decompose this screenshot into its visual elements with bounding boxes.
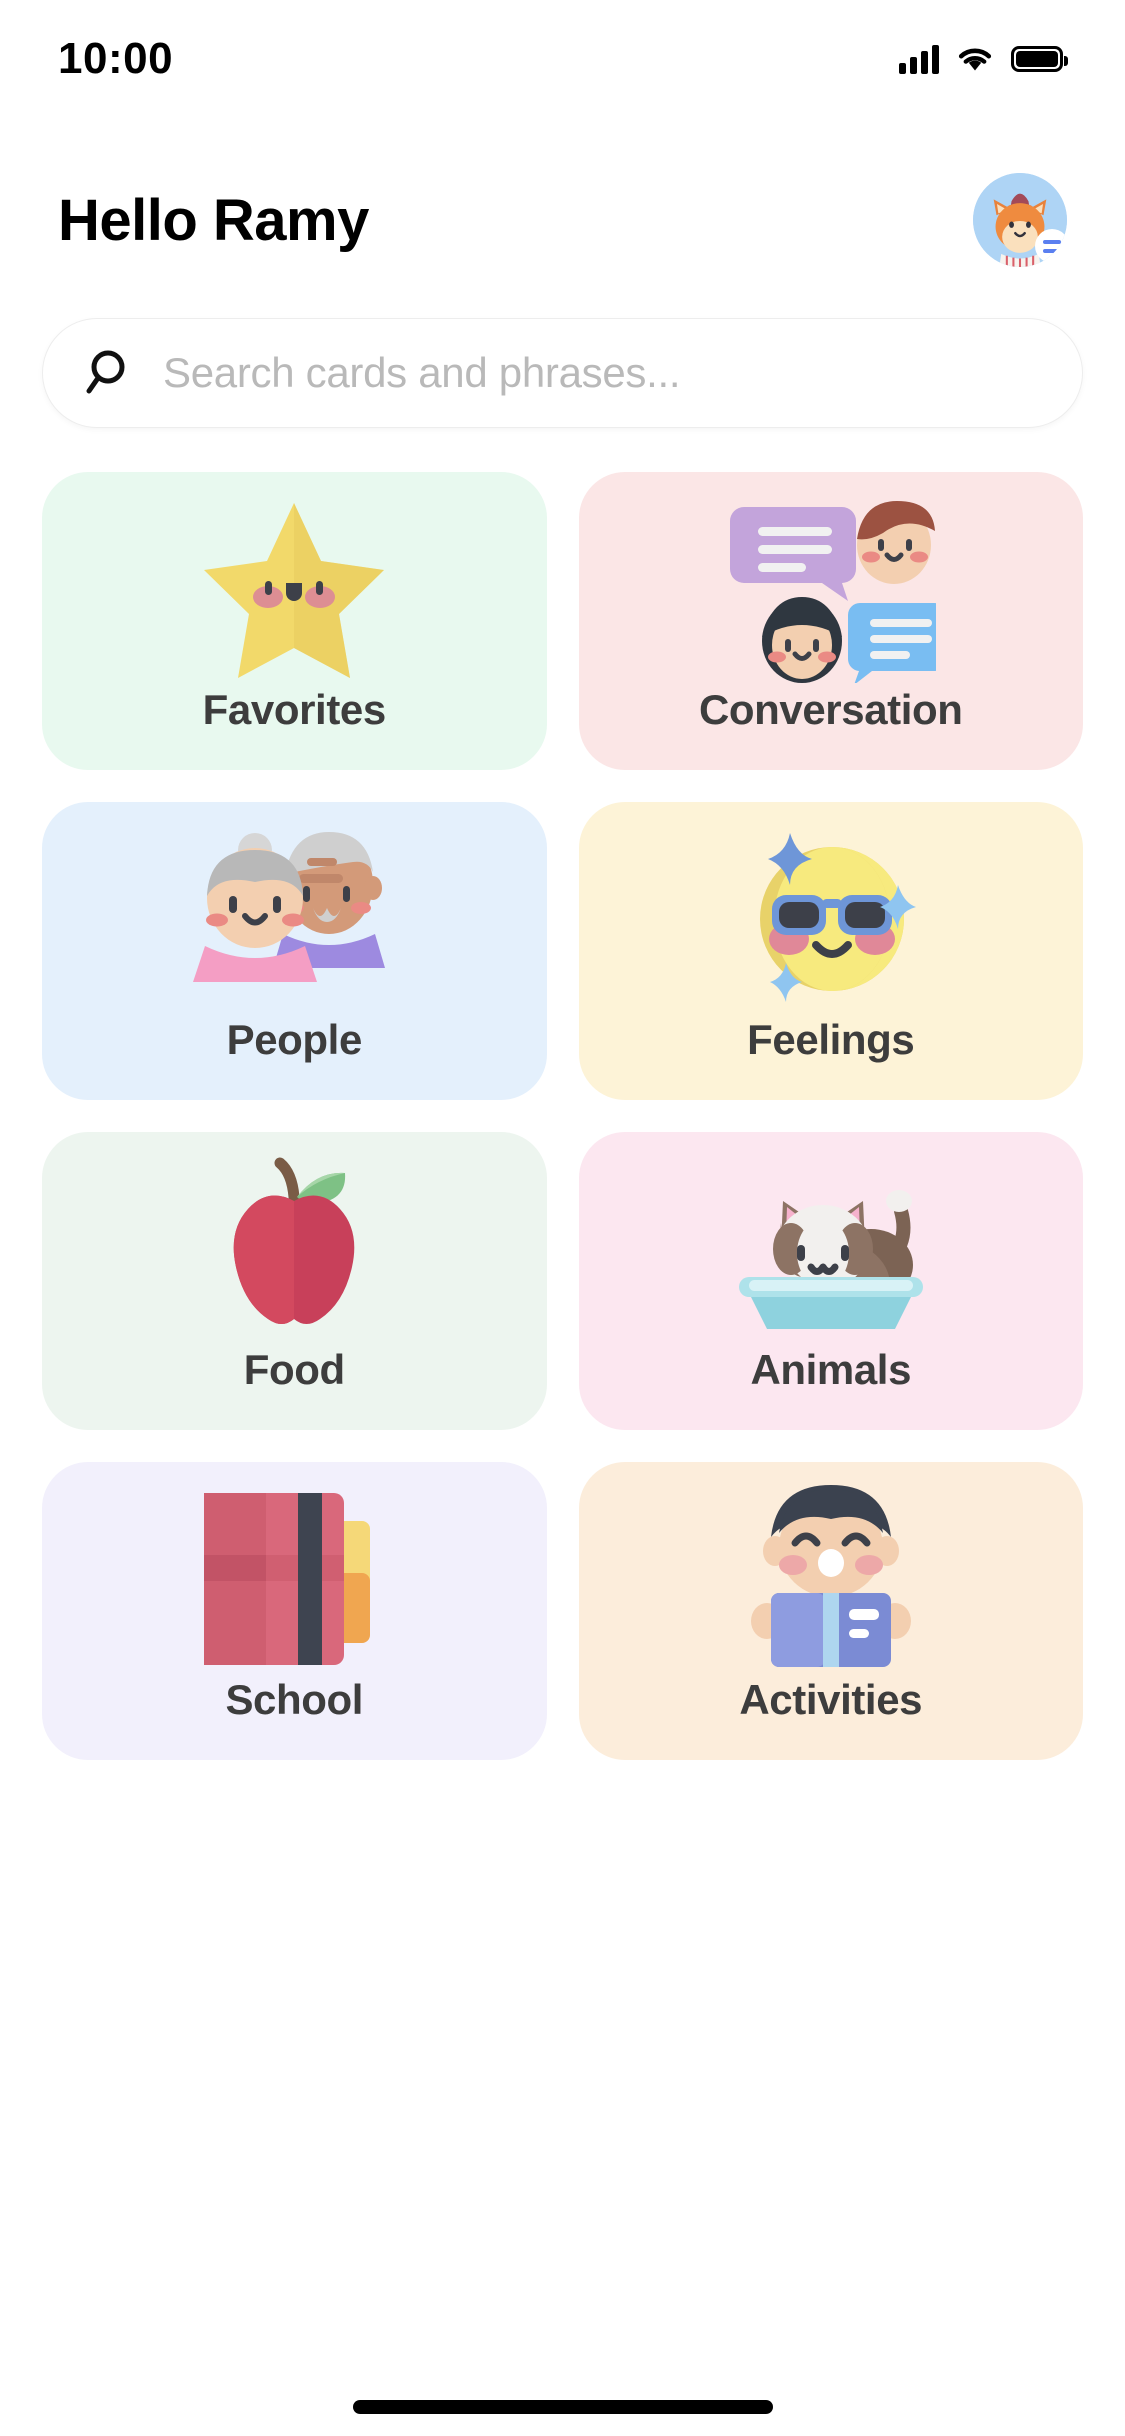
star-face-icon <box>42 490 547 686</box>
search-input[interactable]: Search cards and phrases... <box>163 349 680 397</box>
speech-people-icon <box>579 490 1084 686</box>
category-card-food[interactable]: Food <box>42 1132 547 1430</box>
battery-full-icon <box>1011 46 1068 72</box>
apple-icon <box>42 1150 547 1346</box>
status-time: 10:00 <box>58 34 174 83</box>
page-title: Hello Ramy <box>58 187 369 253</box>
category-label: Conversation <box>698 686 963 733</box>
search-section: Search cards and phrases... <box>0 318 1125 428</box>
search-icon <box>86 350 125 394</box>
page-header: Hello Ramy <box>0 160 1125 280</box>
elderly-couple-icon <box>42 820 547 1016</box>
wifi-icon <box>958 48 992 71</box>
cat-in-basin-icon <box>579 1150 1084 1346</box>
category-label: Activities <box>739 1676 923 1723</box>
category-label: School <box>225 1676 364 1723</box>
category-card-feelings[interactable]: Feelings <box>578 802 1084 1100</box>
search-bar[interactable]: Search cards and phrases... <box>42 318 1083 428</box>
child-reading-icon <box>579 1480 1084 1676</box>
notebook-icon <box>42 1480 547 1676</box>
menu-badge-icon[interactable] <box>1035 229 1067 263</box>
category-card-favorites[interactable]: Favorites <box>42 472 547 770</box>
status-icons <box>899 44 1068 74</box>
category-card-activities[interactable]: Activities <box>578 1462 1084 1760</box>
category-label: People <box>226 1016 363 1063</box>
fox-avatar[interactable] <box>973 173 1067 267</box>
cool-emoji-icon <box>579 820 1084 1016</box>
category-card-school[interactable]: School <box>42 1462 547 1760</box>
category-card-conversation[interactable]: Conversation <box>578 472 1084 770</box>
category-label: Food <box>243 1346 345 1393</box>
status-bar: 10:00 <box>0 0 1125 108</box>
home-indicator-bar <box>352 2400 773 2414</box>
cellular-signal-icon <box>899 44 939 74</box>
category-card-animals[interactable]: Animals <box>578 1132 1084 1430</box>
category-label: Animals <box>750 1346 912 1393</box>
category-card-people[interactable]: People <box>42 802 547 1100</box>
category-grid: Favorites Conversation People Feelings F… <box>0 472 1125 1760</box>
category-label: Favorites <box>202 686 387 733</box>
category-label: Feelings <box>747 1016 915 1063</box>
